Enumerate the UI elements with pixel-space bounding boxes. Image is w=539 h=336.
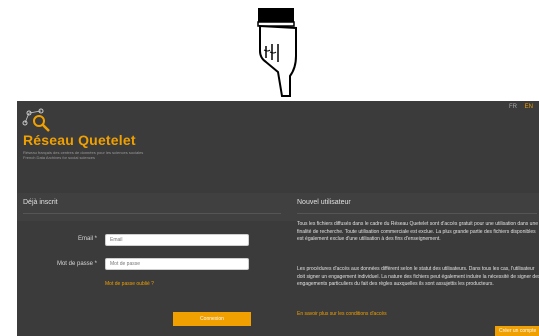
email-field[interactable] bbox=[105, 234, 249, 246]
email-label: Email * bbox=[77, 236, 97, 242]
login-button[interactable]: Connexion bbox=[173, 312, 251, 326]
lang-en-link[interactable]: EN bbox=[525, 104, 533, 110]
lang-fr-link[interactable]: FR bbox=[509, 104, 517, 110]
login-page: FR EN Réseau Quetelet Réseau français de… bbox=[17, 101, 539, 336]
access-conditions-link[interactable]: En savoir plus sur les conditions d'accè… bbox=[297, 311, 387, 317]
forgot-password-link[interactable]: Mot de passe oublié ? bbox=[105, 281, 154, 287]
login-section-title: Déjà inscrit bbox=[23, 199, 58, 206]
create-account-button[interactable]: Créer un compte bbox=[495, 326, 539, 336]
divider bbox=[23, 213, 281, 214]
register-paragraph-2: Les procédures d'accès aux données diffè… bbox=[297, 266, 539, 288]
tagline-en: French Data Archives for social sciences bbox=[23, 155, 96, 160]
language-switcher: FR EN bbox=[503, 104, 533, 110]
magnifier-network-icon bbox=[21, 107, 51, 133]
hand-pointer-icon bbox=[250, 6, 310, 98]
password-field[interactable] bbox=[105, 258, 249, 270]
section-band bbox=[17, 193, 539, 221]
brand-title[interactable]: Réseau Quetelet bbox=[23, 132, 136, 148]
password-label: Mot de passe * bbox=[56, 261, 97, 267]
register-paragraph-1: Tous les fichiers diffusés dans le cadre… bbox=[297, 221, 539, 243]
register-section-title: Nouvel utilisateur bbox=[297, 199, 351, 206]
divider bbox=[297, 213, 537, 214]
